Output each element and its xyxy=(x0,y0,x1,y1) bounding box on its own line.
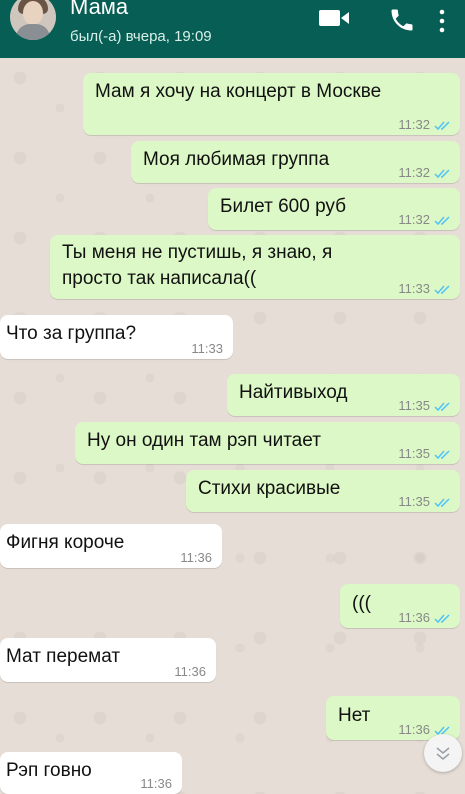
message-text: Моя любимая группа xyxy=(143,149,330,170)
message-incoming[interactable]: Мат перемат 11:36 xyxy=(0,638,216,682)
message-time: 11:36 xyxy=(174,664,206,679)
phone-icon[interactable] xyxy=(388,6,416,39)
message-text: Стихи красивые xyxy=(198,478,341,499)
message-text: ((( xyxy=(352,593,371,614)
message-text: Билет 600 руб xyxy=(220,196,347,217)
double-check-icon xyxy=(434,498,450,508)
message-time: 11:36 xyxy=(398,610,430,625)
message-incoming[interactable]: Что за группа? 11:33 xyxy=(0,315,233,359)
message-time: 11:36 xyxy=(180,550,212,565)
message-time: 11:33 xyxy=(398,281,430,296)
message-text: Ну он один там рэп читает xyxy=(87,430,321,451)
message-text: Что за группа? xyxy=(6,323,137,344)
message-time: 11:36 xyxy=(140,776,172,791)
message-time: 11:32 xyxy=(398,212,430,227)
video-camera-icon[interactable] xyxy=(318,6,352,35)
message-outgoing[interactable]: Мам я хочу на концерт в Москве 11:32 xyxy=(83,73,460,135)
message-outgoing[interactable]: Ты меня не пустишь, я знаю, я просто так… xyxy=(50,235,460,299)
message-outgoing[interactable]: Ну он один там рэп читает 11:35 xyxy=(75,422,460,464)
message-time: 11:35 xyxy=(398,398,430,413)
double-check-icon xyxy=(434,614,450,624)
last-seen-status: был(-а) вчера, 19:09 xyxy=(70,28,212,45)
message-text-line-1: Ты меня не пустишь, я знаю, я xyxy=(62,242,333,263)
message-time: 11:35 xyxy=(398,446,430,461)
double-check-icon xyxy=(434,285,450,295)
message-outgoing[interactable]: Стихи красивые 11:35 xyxy=(186,470,460,512)
message-text: Мам я хочу на концерт в Москве xyxy=(95,81,382,102)
message-outgoing[interactable]: ((( 11:36 xyxy=(340,584,460,628)
message-text: Рэп говно xyxy=(6,760,92,781)
message-incoming[interactable]: Рэп говно 11:36 xyxy=(0,752,182,794)
scroll-to-bottom-button[interactable] xyxy=(424,734,462,772)
double-check-icon xyxy=(434,450,450,460)
message-time: 11:32 xyxy=(398,165,430,180)
message-outgoing[interactable]: Найтивыход 11:35 xyxy=(227,374,460,416)
message-outgoing[interactable]: Билет 600 руб 11:32 xyxy=(208,188,460,230)
chat-header: Мама был(-а) вчера, 19:09 xyxy=(0,0,465,58)
double-check-icon xyxy=(434,216,450,226)
double-check-icon xyxy=(434,121,450,131)
message-text-line-2: просто так написала(( xyxy=(62,268,257,289)
double-check-icon xyxy=(434,169,450,179)
message-time: 11:32 xyxy=(398,117,430,132)
chevron-down-icon xyxy=(436,747,450,761)
more-options-icon[interactable] xyxy=(437,8,447,39)
double-check-icon xyxy=(434,402,450,412)
contact-name[interactable]: Мама xyxy=(70,0,128,20)
message-text: Мат перемат xyxy=(6,646,121,667)
message-text: Фигня короче xyxy=(6,532,125,553)
message-outgoing[interactable]: Моя любимая группа 11:32 xyxy=(131,141,460,183)
contact-avatar[interactable] xyxy=(10,0,56,40)
message-text: Найтивыход xyxy=(239,382,348,403)
message-time: 11:35 xyxy=(398,494,430,509)
message-text: Нет xyxy=(338,705,371,726)
message-incoming[interactable]: Фигня короче 11:36 xyxy=(0,524,222,568)
message-time: 11:33 xyxy=(191,341,223,356)
